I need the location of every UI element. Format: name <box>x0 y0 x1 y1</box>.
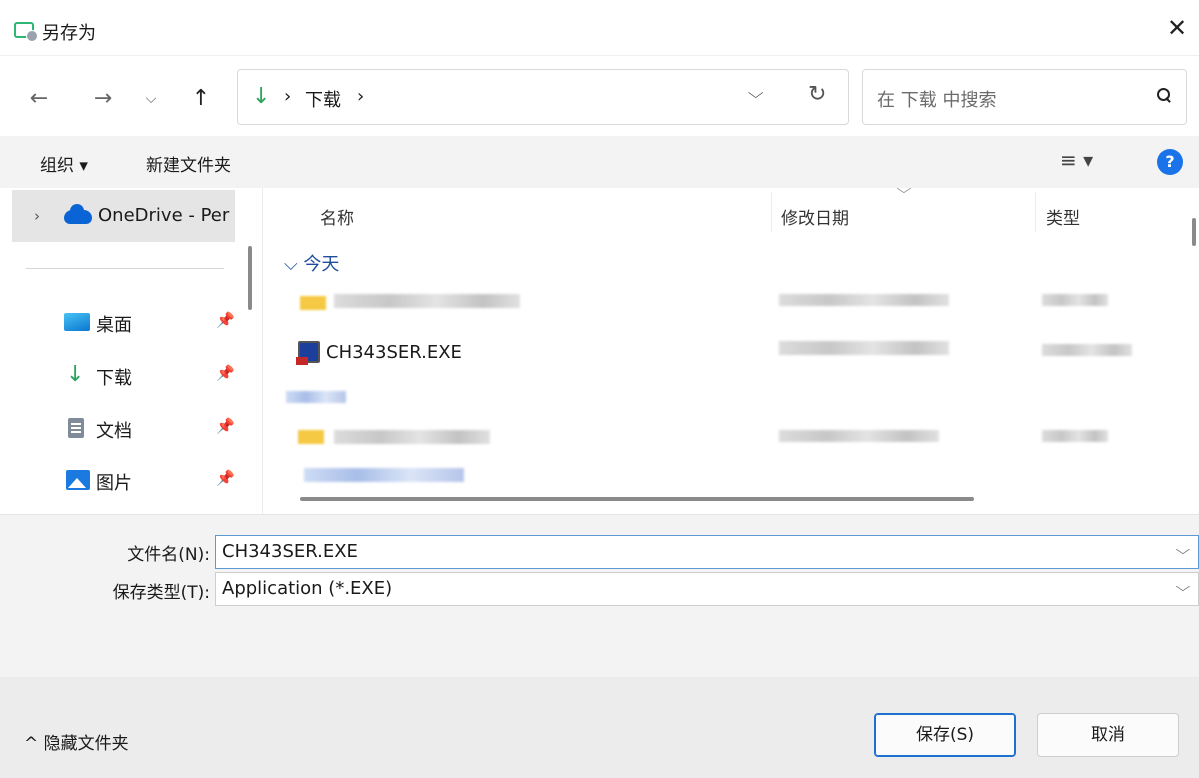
filetype-value: Application (*.EXE) <box>222 578 393 599</box>
sidebar-divider <box>26 268 224 269</box>
help-icon[interactable]: ? <box>1157 149 1183 175</box>
window-title: 另存为 <box>42 23 96 44</box>
filename-input[interactable]: CH343SER.EXE <box>222 541 358 562</box>
back-button[interactable]: ← <box>22 82 56 116</box>
address-dropdown-icon[interactable]: ⌵ <box>748 84 764 102</box>
sidebar-item-pictures[interactable]: 图片 📌 <box>14 456 235 504</box>
search-input[interactable]: 在 下载 中搜索 <box>877 86 996 112</box>
search-box[interactable]: 在 下载 中搜索 <box>862 69 1187 125</box>
file-list: 名称 ⌵ 修改日期 类型 ⌵ 今天 CH343SER.EXE <box>264 182 1199 514</box>
refresh-icon[interactable]: ↻ <box>808 82 826 107</box>
list-item[interactable]: CH343SER.EXE <box>264 329 1169 377</box>
file-name: CH343SER.EXE <box>326 342 462 363</box>
app-icon <box>14 22 38 42</box>
sidebar-scrollbar[interactable] <box>248 246 252 310</box>
sidebar-item-label: 桌面 <box>96 315 132 336</box>
sidebar-item-downloads[interactable]: ↓ 下载 📌 <box>14 351 235 399</box>
sidebar-item-label: 下载 <box>96 368 132 389</box>
pin-icon: 📌 <box>216 311 235 329</box>
pictures-icon <box>66 470 90 490</box>
sidebar-item-label: OneDrive - Per <box>98 205 230 226</box>
redacted-type <box>1042 430 1108 442</box>
group-header-today[interactable]: ⌵ 今天 <box>284 250 339 276</box>
vertical-scrollbar[interactable] <box>1192 218 1196 246</box>
command-toolbar: 组织 ▾ 新建文件夹 ≡ ▾ ? <box>0 136 1199 188</box>
folder-icon <box>300 296 326 310</box>
forward-button[interactable]: → <box>86 82 120 116</box>
redacted-type <box>1042 344 1132 356</box>
exe-icon <box>296 341 320 365</box>
address-bar[interactable]: ↓ › 下载 › ⌵ ↻ <box>237 69 849 125</box>
download-icon: ↓ <box>252 84 271 109</box>
sidebar-item-onedrive[interactable]: › OneDrive - Per <box>12 190 235 242</box>
redacted-date <box>779 430 939 442</box>
filename-field[interactable]: CH343SER.EXE ⌵ <box>215 535 1199 569</box>
sidebar-item-label: 图片 <box>96 473 132 494</box>
redacted-date <box>779 341 949 355</box>
folder-icon <box>298 430 324 444</box>
column-header-name[interactable]: 名称 <box>320 204 354 229</box>
list-item[interactable] <box>264 280 1169 328</box>
sidebar-item-label: 文档 <box>96 421 132 442</box>
recent-locations-button[interactable]: ⌵ <box>134 82 168 116</box>
new-folder-button[interactable]: 新建文件夹 <box>146 151 231 176</box>
close-button[interactable]: ✕ <box>1155 8 1199 48</box>
redacted-name <box>304 468 464 482</box>
save-options-panel: 文件名(N): CH343SER.EXE ⌵ 保存类型(T): Applicat… <box>0 514 1199 778</box>
column-separator[interactable] <box>1035 192 1036 232</box>
breadcrumb-downloads[interactable]: 下载 <box>305 86 341 112</box>
up-button[interactable]: ↑ <box>184 82 218 116</box>
redacted-name <box>334 294 520 308</box>
expand-chevron-icon[interactable]: › <box>34 207 40 225</box>
redacted-type <box>1042 294 1108 306</box>
cancel-button[interactable]: 取消 <box>1037 713 1179 757</box>
breadcrumb-separator-icon[interactable]: › <box>284 86 291 107</box>
action-bar: ^ 隐藏文件夹 保存(S) 取消 <box>0 677 1199 778</box>
redacted-name <box>334 430 490 444</box>
column-separator[interactable] <box>771 192 772 232</box>
organize-button[interactable]: 组织 ▾ <box>40 151 88 176</box>
document-icon <box>68 418 84 438</box>
filetype-select[interactable]: Application (*.EXE) ⌵ <box>215 572 1199 606</box>
breadcrumb-separator-icon[interactable]: › <box>357 86 364 107</box>
navigation-bar: ← → ⌵ ↑ ↓ › 下载 › ⌵ ↻ 在 下载 中搜索 <box>0 56 1199 136</box>
hide-folders-button[interactable]: ^ 隐藏文件夹 <box>24 729 129 754</box>
chevron-down-icon[interactable]: ⌵ <box>1176 543 1191 558</box>
sort-indicator-icon: ⌵ <box>896 182 912 197</box>
sidebar-item-documents[interactable]: 文档 📌 <box>14 404 235 452</box>
column-header-date[interactable]: 修改日期 <box>781 204 849 229</box>
list-item[interactable] <box>264 462 1169 510</box>
column-header-type[interactable]: 类型 <box>1046 204 1080 229</box>
download-icon: ↓ <box>66 362 85 387</box>
pin-icon: 📌 <box>216 364 235 382</box>
save-button[interactable]: 保存(S) <box>874 713 1016 757</box>
desktop-icon <box>64 313 90 331</box>
redacted-group <box>286 391 346 403</box>
sidebar-item-desktop[interactable]: 桌面 📌 <box>14 298 235 346</box>
navigation-pane: › OneDrive - Per 桌面 📌 ↓ 下载 📌 文档 📌 图片 📌 <box>0 188 263 514</box>
chevron-down-icon[interactable]: ⌵ <box>1176 580 1191 595</box>
pin-icon: 📌 <box>216 469 235 487</box>
pin-icon: 📌 <box>216 417 235 435</box>
filename-label: 文件名(N): <box>127 545 210 565</box>
search-icon[interactable] <box>1156 87 1172 103</box>
redacted-date <box>779 294 949 306</box>
filetype-label: 保存类型(T): <box>112 583 210 603</box>
title-bar: 另存为 ✕ <box>0 0 1199 56</box>
view-options-button[interactable]: ≡ ▾ <box>1060 148 1093 172</box>
onedrive-cloud-icon <box>64 204 92 224</box>
horizontal-scrollbar[interactable] <box>300 497 974 501</box>
